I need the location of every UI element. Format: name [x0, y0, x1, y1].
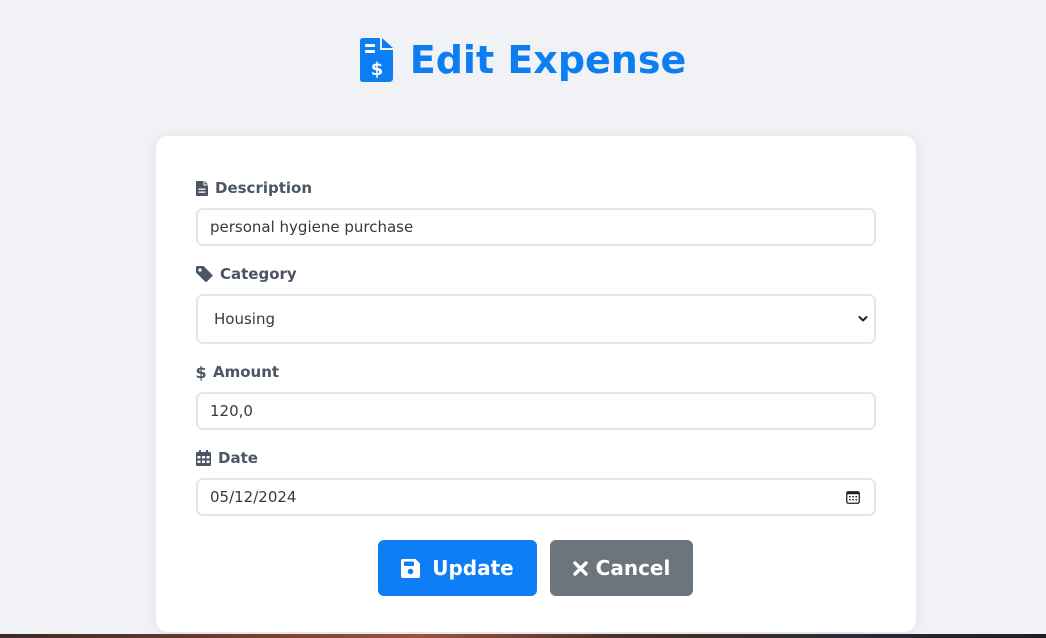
x-icon — [572, 560, 588, 576]
category-select[interactable]: Housing — [196, 294, 876, 344]
file-invoice-dollar-icon: $ — [359, 38, 393, 82]
date-label-text: Date — [218, 449, 258, 467]
save-icon — [401, 558, 421, 578]
category-label-text: Category — [220, 265, 297, 283]
calendar-picker-icon[interactable] — [846, 490, 860, 504]
description-value: personal hygiene purchase — [210, 218, 414, 236]
description-input[interactable]: personal hygiene purchase — [196, 208, 876, 246]
date-value: 05/12/2024 — [210, 488, 297, 506]
category-label: Category — [196, 265, 297, 283]
amount-input[interactable]: 120,0 — [196, 392, 876, 430]
tag-icon — [196, 266, 213, 282]
calendar-icon — [196, 450, 211, 466]
file-icon — [196, 180, 208, 196]
date-input[interactable]: 05/12/2024 — [196, 478, 876, 516]
taskbar-edge — [0, 634, 1046, 638]
svg-text:$: $ — [371, 59, 384, 80]
page-title: Edit Expense — [409, 38, 687, 82]
amount-label-text: Amount — [213, 363, 280, 381]
update-button-label: Update — [432, 556, 514, 580]
description-label: Description — [196, 179, 312, 197]
dollar-icon: $ — [196, 364, 206, 381]
amount-label: $ Amount — [196, 363, 279, 381]
update-button[interactable]: Update — [378, 540, 537, 596]
description-label-text: Description — [215, 179, 313, 197]
category-value: Housing — [214, 310, 275, 328]
cancel-button-label: Cancel — [595, 556, 671, 580]
svg-text:$: $ — [196, 364, 206, 381]
amount-value: 120,0 — [210, 402, 253, 420]
chevron-down-icon — [858, 316, 868, 322]
edit-expense-form: Description personal hygiene purchase Ca… — [156, 136, 916, 632]
cancel-button[interactable]: Cancel — [550, 540, 693, 596]
page-header: $ Edit Expense — [0, 38, 1046, 82]
date-label: Date — [196, 449, 258, 467]
